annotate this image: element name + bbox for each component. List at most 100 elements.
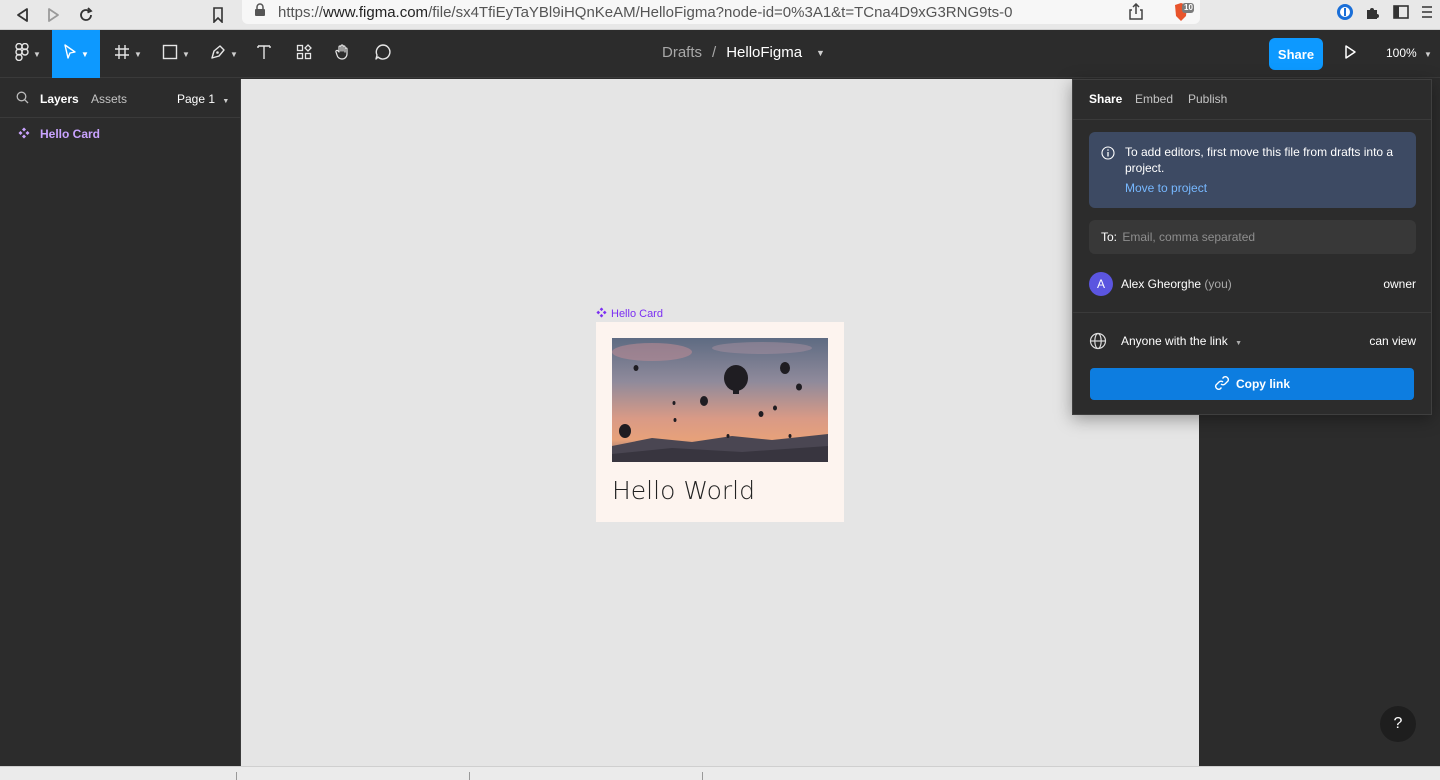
back-icon[interactable] [6,3,38,27]
comment-icon [374,43,392,66]
hand-icon [334,43,352,66]
text-tool-button[interactable] [254,30,274,78]
help-button[interactable]: ? [1380,706,1416,742]
present-button[interactable] [1343,44,1357,65]
user-role: owner [1383,277,1416,291]
search-icon[interactable] [16,91,29,107]
chevron-down-icon: ▼ [222,98,230,105]
divider [236,772,237,780]
lock-icon [254,3,272,21]
chevron-down-icon: ▼ [134,49,142,59]
canvas[interactable]: Hello Card Hello World [241,79,1199,766]
cursor-icon [63,43,77,65]
frame-tool-button[interactable]: ▼ [110,30,146,78]
sidebar-toggle-icon[interactable] [1392,3,1410,26]
layers-panel: Layers Assets Page 1 ▼ Hello Card [0,79,241,766]
share-popover: Share Embed Publish To add editors, firs… [1072,79,1432,415]
divider [702,772,703,780]
url-host: www.figma.com [323,3,429,21]
tab-layers[interactable]: Layers [40,92,79,106]
browser-bottom-bar [0,766,1440,780]
email-prefix: To: [1101,230,1118,244]
email-placeholder: Email, comma separated [1122,230,1256,244]
components-icon [296,43,312,65]
component-icon [596,307,607,321]
user-you-suffix: (you) [1204,277,1232,291]
chevron-down-icon: ▼ [230,49,238,59]
reload-icon[interactable] [70,3,102,27]
breadcrumb-separator: / [712,44,717,61]
resources-button[interactable] [294,30,314,78]
file-name[interactable]: HelloFigma [726,44,802,61]
layer-item[interactable]: Hello Card [0,125,240,143]
tab-publish[interactable]: Publish [1188,92,1227,106]
main-menu-button[interactable]: ▼ [10,30,46,78]
link-audience: Anyone with the link [1121,334,1228,348]
comment-tool-button[interactable] [373,30,393,78]
info-message: To add editors, first move this file fro… [1125,145,1394,175]
frame-icon [114,44,130,65]
pen-tool-button[interactable]: ▼ [206,30,242,78]
play-icon [1343,45,1357,64]
balloons-image[interactable] [612,338,828,462]
tab-share[interactable]: Share [1089,92,1122,106]
share-page-icon[interactable] [1128,2,1144,26]
chevron-down-icon: ▼ [1235,340,1243,347]
link-access-row: Anyone with the link ▼ can view [1089,330,1416,352]
forward-icon[interactable] [38,3,70,27]
info-icon [1101,146,1115,164]
frame-label-text: Hello Card [611,308,663,320]
shape-tool-button[interactable]: ▼ [158,30,194,78]
divider [469,772,470,780]
hello-card-frame[interactable]: Hello World [596,322,844,522]
email-field[interactable]: To: Email, comma separated [1089,220,1416,254]
chevron-down-icon: ▼ [1424,50,1432,59]
zoom-label: 100% [1386,46,1417,60]
chevron-down-icon[interactable]: ▼ [816,48,825,58]
page-selector[interactable]: Page 1 ▼ [177,92,229,106]
text-icon [256,44,272,65]
extensions-icon[interactable] [1364,3,1382,26]
hand-tool-button[interactable] [333,30,353,78]
globe-icon [1089,332,1107,353]
chevron-down-icon: ▼ [33,49,41,59]
page-label: Page 1 [177,92,216,106]
browser-extensions [1336,3,1434,26]
breadcrumb-drafts[interactable]: Drafts [662,44,702,61]
url-scheme: https:// [278,3,324,21]
address-bar[interactable]: https://www.figma.com/file/sx4TfiEyTaYBl… [242,0,1200,24]
tab-embed[interactable]: Embed [1135,92,1173,106]
layer-label: Hello Card [40,127,101,141]
password-manager-icon[interactable] [1336,3,1354,26]
pen-icon [210,44,226,65]
figma-logo-icon [15,42,29,66]
divider [1073,312,1431,313]
frame-label[interactable]: Hello Card [596,307,663,321]
link-icon [1214,375,1230,394]
brave-shield-icon[interactable]: 10 [1172,2,1194,29]
zoom-menu[interactable]: 100% ▼ [1386,46,1432,60]
avatar: A [1089,272,1113,296]
menu-icon[interactable] [1420,3,1434,26]
link-audience-dropdown[interactable]: Anyone with the link ▼ [1121,334,1242,348]
panel-tabs: Layers Assets Page 1 ▼ [0,79,240,118]
collaborator-name: Alex Gheorghe (you) [1121,277,1232,291]
url-path: /file/sx4TfiEyTaYBl9iHQnKeAM/HelloFigma?… [428,3,1013,21]
chevron-down-icon: ▼ [81,49,89,59]
share-button[interactable]: Share [1269,38,1323,70]
move-to-project-link[interactable]: Move to project [1125,180,1207,196]
bookmark-icon[interactable] [202,3,234,27]
breadcrumb: Drafts / HelloFigma ▼ [662,44,825,61]
browser-toolbar: https://www.figma.com/file/sx4TfiEyTaYBl… [0,0,1440,30]
brave-badge-count: 10 [1184,3,1193,12]
tab-assets[interactable]: Assets [91,92,127,106]
rectangle-icon [162,44,178,65]
collaborator-row: A Alex Gheorghe (you) owner [1089,272,1416,296]
copy-link-button[interactable]: Copy link [1090,368,1414,400]
figma-toolbar: ▼ ▼ ▼ ▼ ▼ Drafts / HelloFigma ▼ Share 10… [0,30,1440,78]
move-tool-button[interactable]: ▼ [52,30,100,78]
user-name: Alex Gheorghe [1121,277,1202,291]
card-title[interactable]: Hello World [612,476,755,505]
link-permission-dropdown[interactable]: can view [1369,334,1416,348]
chevron-down-icon: ▼ [182,49,190,59]
